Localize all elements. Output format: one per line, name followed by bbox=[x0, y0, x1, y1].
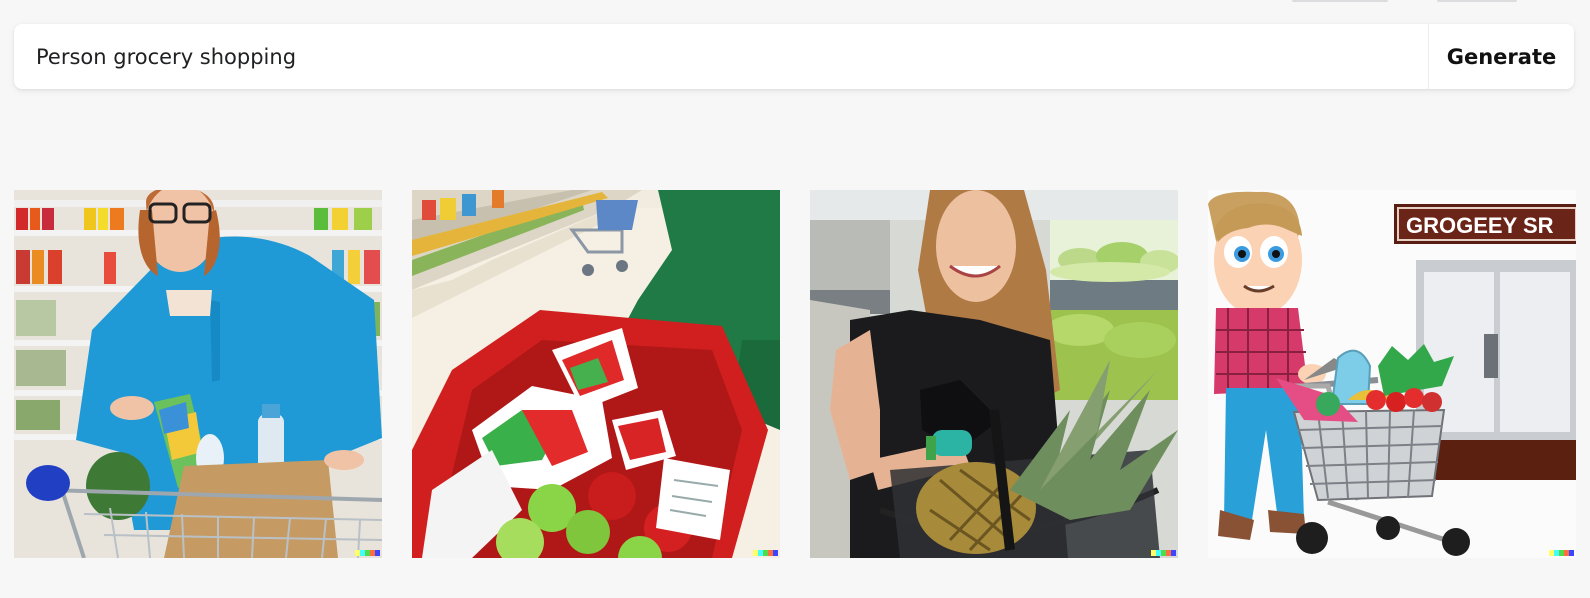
image-results-grid: GROGEEY SR bbox=[14, 190, 1576, 558]
tile-1-image bbox=[14, 190, 382, 558]
prompt-input[interactable] bbox=[14, 24, 1428, 89]
prompt-bar: Generate bbox=[14, 24, 1574, 89]
store-sign: GROGEEY SR bbox=[1406, 213, 1554, 238]
generate-button[interactable]: Generate bbox=[1428, 24, 1574, 89]
watermark bbox=[355, 550, 380, 556]
watermark bbox=[753, 550, 778, 556]
tile-2-image bbox=[412, 190, 780, 558]
top-nav-tab[interactable] bbox=[1437, 0, 1517, 2]
result-image-4[interactable]: GROGEEY SR bbox=[1208, 190, 1576, 558]
watermark bbox=[1151, 550, 1176, 556]
tile-3-image bbox=[810, 190, 1178, 558]
top-nav-tab[interactable] bbox=[1292, 0, 1388, 2]
result-image-3[interactable] bbox=[810, 190, 1178, 558]
result-image-2[interactable] bbox=[412, 190, 780, 558]
watermark bbox=[1549, 550, 1574, 556]
result-image-1[interactable] bbox=[14, 190, 382, 558]
tile-4-image: GROGEEY SR bbox=[1208, 190, 1576, 558]
